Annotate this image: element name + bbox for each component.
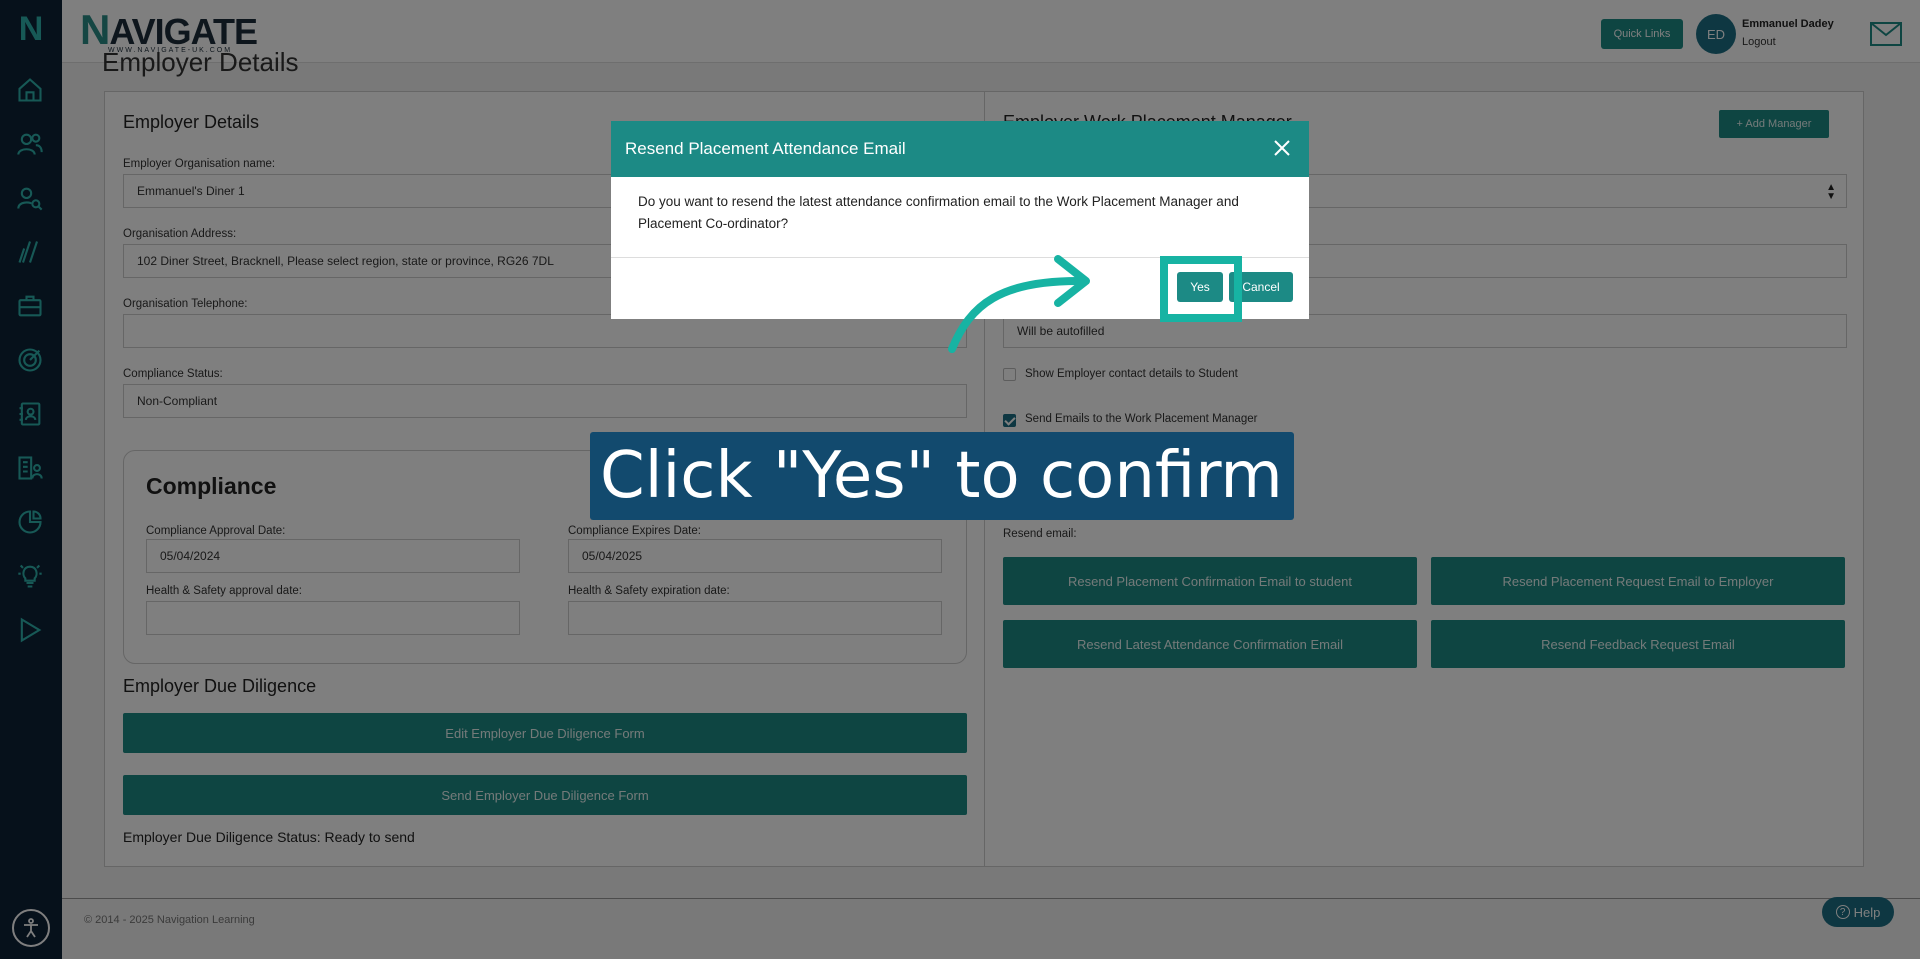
pointer-arrow-icon	[948, 255, 1090, 353]
yes-highlight-box	[1160, 256, 1242, 322]
instruction-callout: Click "Yes" to confirm	[590, 432, 1294, 520]
modal-header: Resend Placement Attendance Email	[611, 121, 1309, 177]
modal-message: Do you want to resend the latest attenda…	[638, 194, 1239, 231]
modal-title: Resend Placement Attendance Email	[625, 139, 906, 158]
close-icon[interactable]	[1267, 133, 1297, 163]
